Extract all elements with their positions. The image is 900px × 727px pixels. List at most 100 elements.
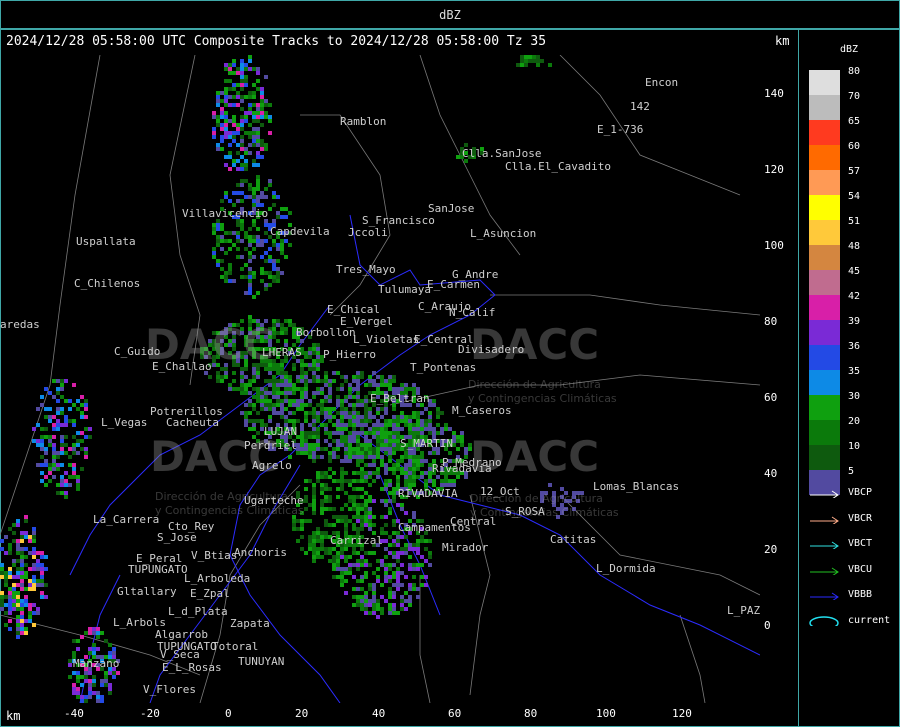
echo-pixel [388, 603, 392, 607]
echo-pixel [312, 447, 316, 451]
echo-pixel [260, 155, 264, 159]
echo-pixel [32, 575, 36, 579]
echo-pixel [404, 591, 408, 595]
place-label: Carrizal [330, 534, 383, 547]
echo-pixel [32, 623, 36, 627]
echo-pixel [408, 603, 412, 607]
y-tick-label: 100 [764, 239, 784, 252]
echo-pixel [324, 535, 328, 539]
echo-pixel [308, 503, 312, 507]
echo-pixel [292, 527, 296, 531]
echo-pixel [376, 419, 380, 423]
echo-pixel [216, 91, 220, 95]
echo-pixel [400, 427, 404, 431]
echo-pixel [228, 95, 232, 99]
echo-pixel [280, 359, 284, 363]
echo-pixel [248, 383, 252, 387]
echo-pixel [392, 531, 396, 535]
echo-pixel [92, 683, 96, 687]
echo-pixel [372, 583, 376, 587]
echo-pixel [260, 147, 264, 151]
echo-pixel [364, 471, 368, 475]
echo-pixel [224, 67, 228, 71]
echo-pixel [256, 67, 260, 71]
echo-pixel [84, 407, 88, 411]
echo-pixel [356, 595, 360, 599]
echo-pixel [320, 455, 324, 459]
echo-pixel [252, 195, 256, 199]
echo-pixel [236, 199, 240, 203]
echo-pixel [316, 419, 320, 423]
echo-pixel [56, 379, 60, 383]
echo-pixel [288, 419, 292, 423]
echo-pixel [0, 603, 4, 607]
echo-pixel [244, 383, 248, 387]
echo-pixel [228, 151, 232, 155]
echo-pixel [212, 223, 216, 227]
echo-pixel [272, 411, 276, 415]
echo-pixel [28, 619, 32, 623]
echo-pixel [380, 423, 384, 427]
echo-pixel [384, 503, 388, 507]
echo-pixel [20, 611, 24, 615]
echo-pixel [96, 627, 100, 631]
echo-pixel [360, 371, 364, 375]
echo-pixel [40, 571, 44, 575]
echo-pixel [272, 383, 276, 387]
echo-pixel [344, 547, 348, 551]
echo-pixel [392, 415, 396, 419]
echo-pixel [88, 695, 92, 699]
echo-pixel [92, 651, 96, 655]
radar-map[interactable] [0, 55, 760, 703]
echo-pixel [240, 75, 244, 79]
echo-pixel [372, 431, 376, 435]
echo-pixel [264, 187, 268, 191]
echo-pixel [392, 583, 396, 587]
echo-pixel [256, 79, 260, 83]
echo-pixel [0, 595, 4, 599]
echo-pixel [288, 375, 292, 379]
echo-pixel [340, 551, 344, 555]
echo-pixel [84, 671, 88, 675]
echo-pixel [4, 551, 8, 555]
echo-pixel [300, 391, 304, 395]
echo-pixel [428, 479, 432, 483]
echo-pixel [240, 179, 244, 183]
echo-pixel [224, 155, 228, 159]
echo-pixel [68, 447, 72, 451]
echo-pixel [372, 455, 376, 459]
echo-pixel [320, 499, 324, 503]
echo-pixel [236, 247, 240, 251]
echo-pixel [412, 387, 416, 391]
echo-pixel [236, 191, 240, 195]
echo-pixel [336, 395, 340, 399]
echo-pixel [312, 507, 316, 511]
echo-pixel [292, 419, 296, 423]
echo-pixel [364, 395, 368, 399]
echo-pixel [444, 479, 448, 483]
echo-pixel [276, 259, 280, 263]
echo-pixel [16, 571, 20, 575]
echo-pixel [408, 467, 412, 471]
echo-pixel [48, 443, 52, 447]
echo-pixel [344, 455, 348, 459]
echo-pixel [364, 563, 368, 567]
echo-pixel [12, 583, 16, 587]
echo-pixel [312, 427, 316, 431]
echo-pixel [36, 443, 40, 447]
echo-pixel [244, 415, 248, 419]
echo-pixel [248, 287, 252, 291]
echo-pixel [344, 527, 348, 531]
echo-pixel [388, 467, 392, 471]
echo-pixel [8, 567, 12, 571]
echo-pixel [384, 571, 388, 575]
echo-pixel [332, 455, 336, 459]
legend-label: 10 [848, 441, 861, 452]
echo-pixel [368, 471, 372, 475]
echo-pixel [400, 419, 404, 423]
echo-pixel [412, 515, 416, 519]
echo-pixel [96, 695, 100, 699]
echo-pixel [16, 591, 20, 595]
echo-pixel [344, 415, 348, 419]
echo-pixel [304, 387, 308, 391]
